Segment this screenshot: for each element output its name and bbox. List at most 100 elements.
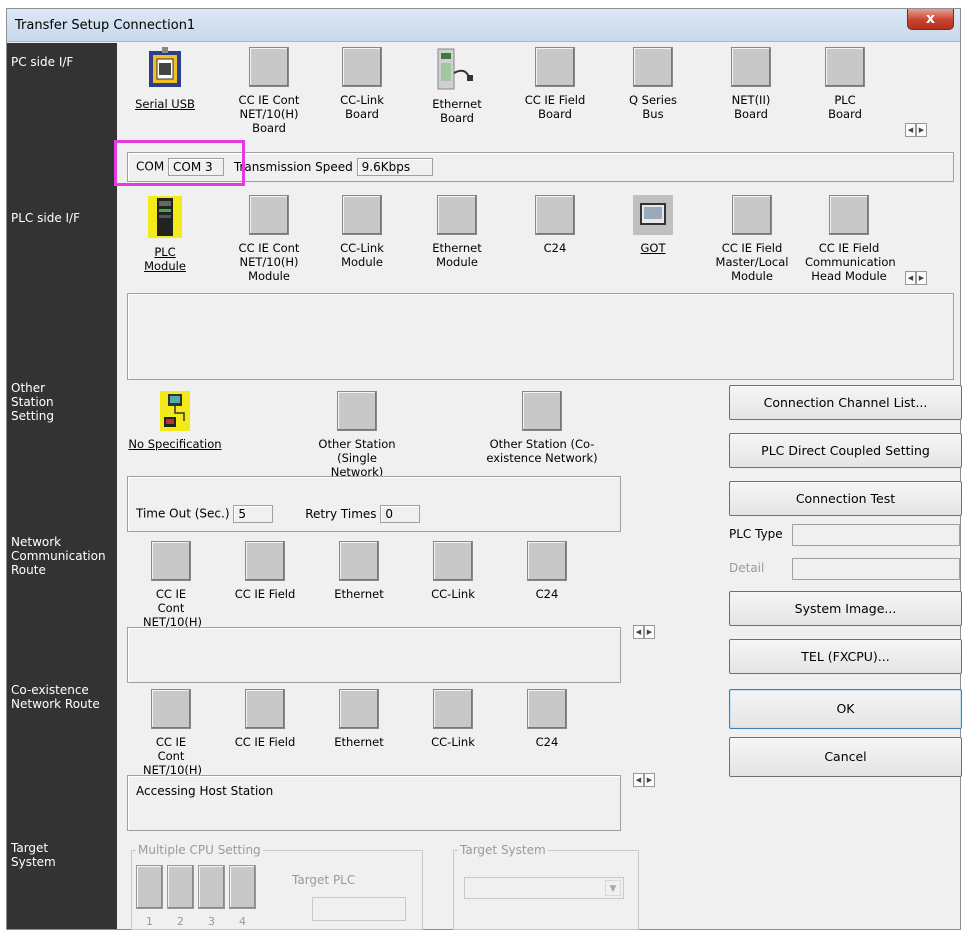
tel-fxcpu-button[interactable]: TEL (FXCPU)... xyxy=(729,639,962,674)
blank-tile-icon xyxy=(522,391,562,431)
coexist-cc-ie-field-label: CC IE Field xyxy=(234,735,296,749)
other-station-coexistence-network-label: Other Station (Co-existence Network) xyxy=(486,437,598,465)
network-route-scroll[interactable]: ◀ ▶ xyxy=(633,625,655,639)
scroll-right-icon[interactable]: ▶ xyxy=(644,625,655,639)
scroll-left-icon[interactable]: ◀ xyxy=(633,773,644,787)
pc-side-plc-board[interactable]: PLC Board xyxy=(805,47,885,121)
blank-tile-icon xyxy=(535,195,575,235)
target-plc-field xyxy=(312,897,406,921)
ok-button[interactable]: OK xyxy=(729,689,962,729)
coexist-cc-link-label: CC-Link xyxy=(431,735,475,749)
close-button[interactable]: x xyxy=(907,9,954,30)
connection-channel-list-button[interactable]: Connection Channel List... xyxy=(729,385,962,420)
main-content: Serial USB CC IE Cont NET/10(H) Board CC… xyxy=(117,43,962,930)
other-station-single-network[interactable]: Other Station (Single Network) xyxy=(297,391,417,479)
other-station-single-network-label: Other Station (Single Network) xyxy=(318,437,396,479)
route-cc-link[interactable]: CC-Link xyxy=(413,541,493,601)
route-cc-ie-field-label: CC IE Field xyxy=(234,587,296,601)
plc-side-plc-module[interactable]: PLC Module xyxy=(125,195,205,273)
scroll-right-icon[interactable]: ▶ xyxy=(916,271,927,285)
pc-side-info-row: COM COM 3 Transmission Speed 9.6Kbps xyxy=(136,158,433,176)
timeout-field[interactable]: 5 xyxy=(233,505,274,523)
coexist-c24[interactable]: C24 xyxy=(507,689,587,749)
target-system-group: Target System ▼ xyxy=(453,843,639,930)
pc-side-cc-ie-field-board-label: CC IE Field Board xyxy=(524,93,586,121)
route-c24-label: C24 xyxy=(535,587,559,601)
scroll-left-icon[interactable]: ◀ xyxy=(905,123,916,137)
scroll-right-icon[interactable]: ▶ xyxy=(916,123,927,137)
pc-side-ethernet-board-label: Ethernet Board xyxy=(432,97,482,125)
pc-side-ethernet-board[interactable]: Ethernet Board xyxy=(417,47,497,125)
sidebar-label-target-system: Target System xyxy=(11,841,56,869)
scroll-left-icon[interactable]: ◀ xyxy=(633,625,644,639)
route-c24[interactable]: C24 xyxy=(507,541,587,601)
blank-tile-icon xyxy=(527,689,567,729)
blank-tile-icon xyxy=(342,195,382,235)
target-system-select: ▼ xyxy=(464,877,624,899)
network-route-info-box xyxy=(127,627,621,683)
plc-side-c24[interactable]: C24 xyxy=(515,195,595,255)
pc-side-cc-link-board[interactable]: CC-Link Board xyxy=(322,47,402,121)
route-ethernet-label: Ethernet xyxy=(334,587,384,601)
plc-side-cc-ie-field-master[interactable]: CC IE Field Master/Local Module xyxy=(707,195,797,283)
blank-tile-icon xyxy=(337,391,377,431)
coexist-cc-ie-field[interactable]: CC IE Field xyxy=(225,689,305,749)
sidebar-label-coexistence-route: Co-existence Network Route xyxy=(11,683,100,711)
pc-side-serial-usb[interactable]: Serial USB xyxy=(125,47,205,111)
route-cc-ie-cont[interactable]: CC IE Cont NET/10(H) xyxy=(131,541,211,629)
ethernet-icon xyxy=(437,48,473,90)
cpu-4-button[interactable] xyxy=(229,865,256,909)
plc-side-cc-link-module[interactable]: CC-Link Module xyxy=(322,195,402,269)
pc-side-info-box: COM COM 3 Transmission Speed 9.6Kbps xyxy=(127,152,954,182)
timeout-label: Time Out (Sec.) xyxy=(136,506,230,521)
other-station-coexistence-network[interactable]: Other Station (Co-existence Network) xyxy=(462,391,622,465)
plc-side-scroll[interactable]: ◀ ▶ xyxy=(905,271,927,285)
pc-side-q-series-bus[interactable]: Q Series Bus xyxy=(613,47,693,121)
coexistence-route-scroll[interactable]: ◀ ▶ xyxy=(633,773,655,787)
retry-times-field[interactable]: 0 xyxy=(380,505,421,523)
blank-tile-icon xyxy=(437,195,477,235)
retry-times-label: Retry Times xyxy=(305,506,377,521)
connection-test-button[interactable]: Connection Test xyxy=(729,481,962,516)
coexist-cc-ie-cont[interactable]: CC IE Cont NET/10(H) xyxy=(131,689,211,777)
title-bar: Transfer Setup Connection1 x xyxy=(7,9,960,42)
route-cc-ie-cont-label: CC IE Cont NET/10(H) xyxy=(143,587,203,629)
route-cc-link-label: CC-Link xyxy=(431,587,475,601)
coexist-ethernet[interactable]: Ethernet xyxy=(319,689,399,749)
no-spec-icon xyxy=(160,391,190,431)
route-cc-ie-field[interactable]: CC IE Field xyxy=(225,541,305,601)
coexist-cc-ie-cont-label: CC IE Cont NET/10(H) xyxy=(143,735,203,777)
cpu-2-button[interactable] xyxy=(167,865,194,909)
scroll-left-icon[interactable]: ◀ xyxy=(905,271,916,285)
target-system-title: Target System xyxy=(458,843,548,857)
plc-side-ethernet-module[interactable]: Ethernet Module xyxy=(417,195,497,269)
plc-side-cc-ie-field-head[interactable]: CC IE Field Communication Head Module xyxy=(801,195,897,283)
transmission-speed-field[interactable]: 9.6Kbps xyxy=(356,158,433,176)
other-station-no-spec[interactable]: No Specification xyxy=(125,391,225,451)
scroll-right-icon[interactable]: ▶ xyxy=(644,773,655,787)
pc-side-q-series-bus-label: Q Series Bus xyxy=(628,93,678,121)
pc-side-cc-ie-field-board[interactable]: CC IE Field Board xyxy=(515,47,595,121)
blank-tile-icon xyxy=(732,195,772,235)
plc-side-ethernet-module-label: Ethernet Module xyxy=(432,241,482,269)
cpu-1-button[interactable] xyxy=(136,865,163,909)
cpu-3-button[interactable] xyxy=(198,865,225,909)
com-port-field[interactable]: COM 3 xyxy=(168,158,225,176)
plc-direct-coupled-setting-button[interactable]: PLC Direct Coupled Setting xyxy=(729,433,962,468)
other-station-info-box: Time Out (Sec.) 5 Retry Times 0 xyxy=(127,476,621,532)
blank-tile-icon xyxy=(433,689,473,729)
pc-side-net-ii-board-label: NET(II) Board xyxy=(731,93,771,121)
multiple-cpu-setting-group: Multiple CPU Setting 1 2 3 4 Target PLC xyxy=(131,843,423,930)
sidebar-label-other-station: Other Station Setting xyxy=(11,381,54,423)
pc-side-scroll[interactable]: ◀ ▶ xyxy=(905,123,927,137)
plc-side-cc-ie-cont-module[interactable]: CC IE Cont NET/10(H) Module xyxy=(229,195,309,283)
blank-tile-icon xyxy=(535,47,575,87)
system-image-button[interactable]: System Image... xyxy=(729,591,962,626)
plc-side-got[interactable]: GOT xyxy=(613,195,693,255)
pc-side-cc-ie-cont-board[interactable]: CC IE Cont NET/10(H) Board xyxy=(229,47,309,135)
plc-type-label: PLC Type xyxy=(729,527,783,541)
route-ethernet[interactable]: Ethernet xyxy=(319,541,399,601)
coexist-cc-link[interactable]: CC-Link xyxy=(413,689,493,749)
pc-side-net-ii-board[interactable]: NET(II) Board xyxy=(711,47,791,121)
cancel-button[interactable]: Cancel xyxy=(729,737,962,777)
